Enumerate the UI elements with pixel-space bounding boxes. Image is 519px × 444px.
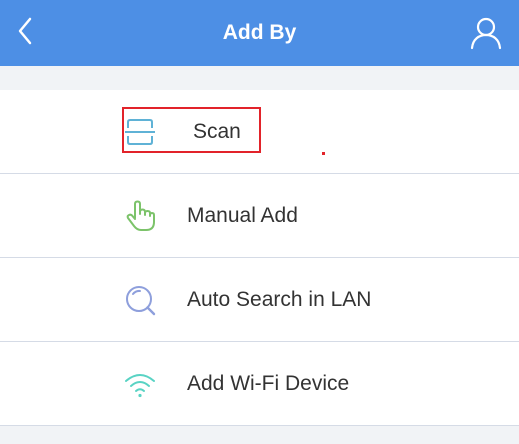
menu-item-manual-add[interactable]: Manual Add <box>0 174 519 258</box>
wifi-icon <box>125 374 155 398</box>
user-icon[interactable] <box>468 15 504 51</box>
page-title: Add By <box>222 21 297 44</box>
red-dot-marker <box>322 152 325 155</box>
menu-item-label: Manual Add <box>187 204 298 227</box>
menu-item-auto-search[interactable]: Auto Search in LAN <box>0 258 519 342</box>
header-bar: Add By <box>0 0 519 66</box>
menu-item-label: Auto Search in LAN <box>187 288 372 311</box>
scan-highlight-box <box>122 107 261 153</box>
search-icon <box>126 286 156 316</box>
hand-pointer-icon <box>126 200 155 231</box>
menu-item-label: Add Wi-Fi Device <box>187 372 350 395</box>
menu-item-add-wifi[interactable]: Add Wi-Fi Device <box>0 342 519 426</box>
